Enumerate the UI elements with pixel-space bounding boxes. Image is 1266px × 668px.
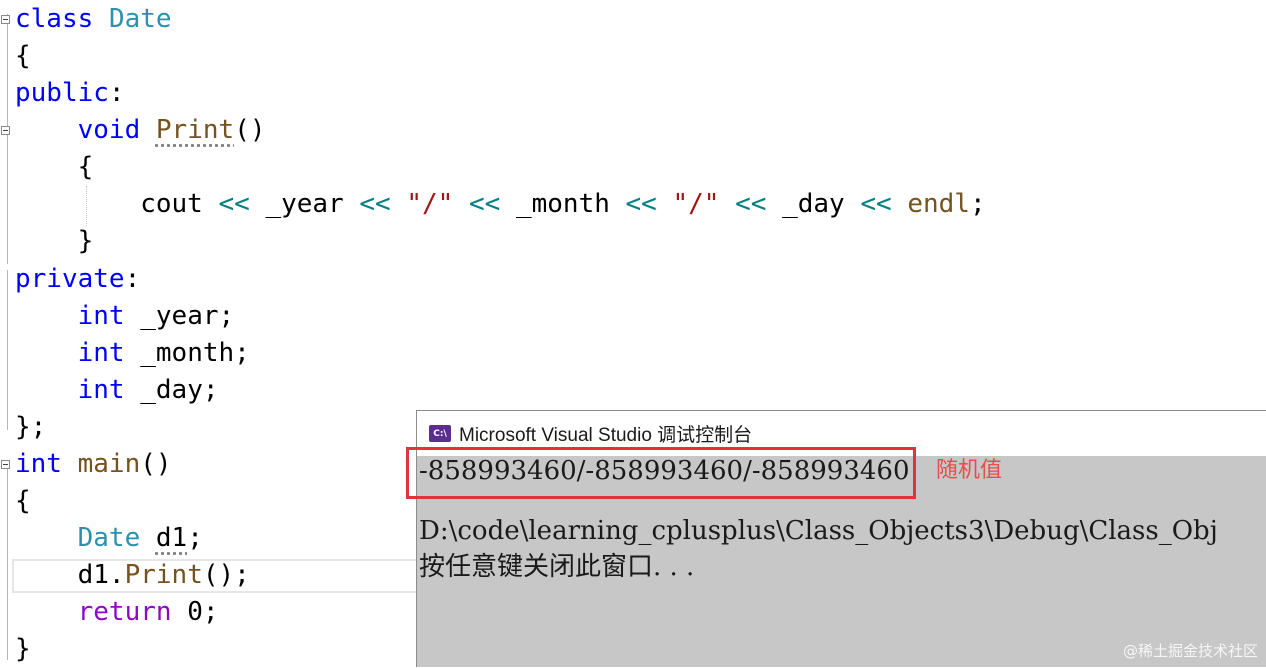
code-token: private xyxy=(15,264,125,294)
code-line[interactable]: int _day; xyxy=(15,372,219,409)
fold-toggle-icon[interactable] xyxy=(1,15,10,24)
code-line[interactable]: public: xyxy=(15,75,125,112)
code-line[interactable]: } xyxy=(15,223,94,260)
code-line[interactable]: int main() xyxy=(15,446,172,483)
code-token: << xyxy=(218,189,250,219)
code-token: int xyxy=(77,301,125,331)
code-token: _month xyxy=(500,189,626,219)
code-token: _month; xyxy=(124,338,250,368)
code-token: (); xyxy=(202,560,250,590)
code-token: _day; xyxy=(124,375,219,405)
code-token: "/" xyxy=(406,189,454,219)
code-line[interactable]: { xyxy=(15,149,94,186)
annotation-label: 随机值 xyxy=(936,458,1003,483)
code-token: int xyxy=(77,338,125,368)
code-token: { xyxy=(15,152,94,182)
code-token: << xyxy=(735,189,767,219)
code-token: d1. xyxy=(15,560,125,590)
code-token: _year; xyxy=(124,301,235,331)
code-token: 0; xyxy=(171,597,219,627)
code-line[interactable]: { xyxy=(15,38,31,75)
code-token: : xyxy=(108,78,125,108)
watermark: @稀土掘金技术社区 xyxy=(1122,642,1258,660)
code-token: return xyxy=(77,597,172,627)
code-token: Print xyxy=(124,560,203,590)
code-token: "/" xyxy=(672,189,720,219)
vs-console-icon: C:\ xyxy=(429,425,451,442)
code-token: { xyxy=(15,41,31,71)
code-token: ; xyxy=(969,189,986,219)
console-prompt-line: 按任意键关闭此窗口. . . xyxy=(419,552,695,582)
code-token: int xyxy=(77,375,125,405)
code-token: << xyxy=(468,189,501,219)
code-token: << xyxy=(625,189,657,219)
annotation-box xyxy=(406,447,916,499)
code-token: () xyxy=(140,449,172,479)
code-token: } xyxy=(15,634,31,664)
code-token: Print xyxy=(155,115,235,145)
fold-toggle-icon[interactable] xyxy=(1,126,10,135)
code-token: main xyxy=(77,449,141,479)
code-token: ; xyxy=(187,523,203,553)
code-token: () xyxy=(234,115,266,145)
code-token: : xyxy=(124,264,141,294)
code-line[interactable]: int _month; xyxy=(15,335,250,372)
code-token: d1 xyxy=(155,523,188,553)
code-line[interactable]: class Date xyxy=(15,1,172,38)
code-line[interactable]: int _year; xyxy=(15,298,235,335)
code-token: int xyxy=(15,449,62,479)
code-line[interactable]: private: xyxy=(15,261,140,298)
code-token: << xyxy=(860,189,892,219)
code-line[interactable]: void Print() xyxy=(15,112,266,149)
code-line[interactable]: } xyxy=(15,631,31,668)
fold-guide xyxy=(7,270,8,430)
code-token: class xyxy=(15,4,94,34)
code-line[interactable]: return 0; xyxy=(15,594,219,631)
code-token: _year xyxy=(249,189,360,219)
code-token: _day xyxy=(766,189,861,219)
code-line[interactable]: Date d1; xyxy=(15,520,203,557)
code-line[interactable]: d1.Print(); xyxy=(15,557,250,594)
console-title: Microsoft Visual Studio 调试控制台 xyxy=(459,425,753,446)
code-line[interactable]: { xyxy=(15,483,31,520)
code-token: { xyxy=(15,486,31,516)
console-path-line: D:\code\learning_cplusplus\Class_Objects… xyxy=(419,516,1218,546)
code-token: Date xyxy=(77,523,141,553)
code-token: << xyxy=(359,189,391,219)
code-line[interactable]: }; xyxy=(15,409,46,446)
fold-guide xyxy=(7,14,8,264)
code-token: public xyxy=(15,78,109,108)
code-token: cout xyxy=(15,189,219,219)
code-line[interactable]: cout << _year << "/" << _month << "/" <<… xyxy=(15,186,986,223)
code-token: } xyxy=(15,226,94,256)
code-token: endl xyxy=(907,189,970,219)
code-token: void xyxy=(77,115,141,145)
fold-toggle-icon[interactable] xyxy=(1,460,10,469)
code-token: Date xyxy=(108,4,172,34)
code-token: }; xyxy=(15,412,47,442)
fold-guide xyxy=(7,460,8,660)
